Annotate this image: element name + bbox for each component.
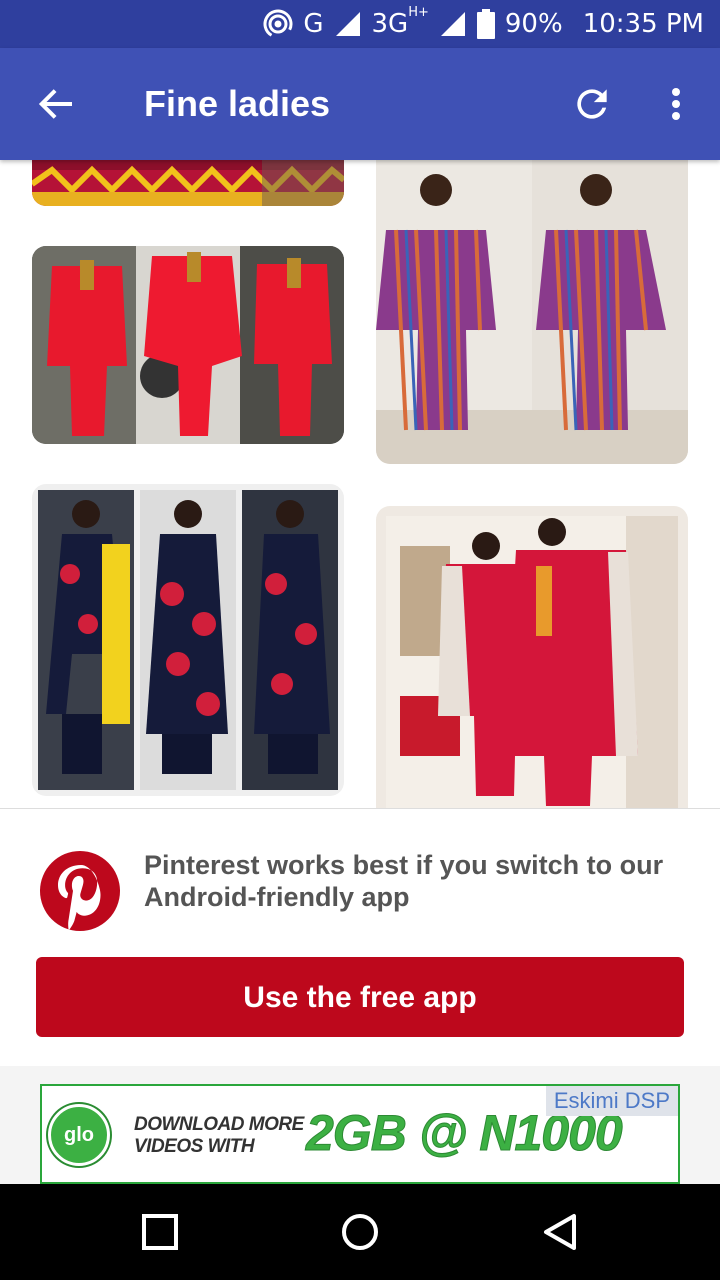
upsell-message: Pinterest works best if you switch to ou…: [144, 850, 664, 912]
pin-image-1[interactable]: [32, 160, 344, 206]
recents-square-icon[interactable]: [140, 1212, 180, 1252]
network-hplus-label: H+: [408, 5, 429, 21]
network-3g-label: 3G: [371, 9, 409, 39]
back-arrow-icon[interactable]: [34, 82, 78, 126]
clock: 10:35 PM: [582, 9, 704, 39]
pin-image-2[interactable]: [32, 246, 344, 444]
back-triangle-icon[interactable]: [540, 1212, 580, 1252]
use-free-app-button[interactable]: Use the free app: [36, 957, 684, 1037]
refresh-icon[interactable]: [570, 82, 614, 126]
signal-icon-2: [439, 10, 467, 38]
pinterest-logo-icon: [40, 851, 120, 931]
pin-feed: [0, 160, 720, 808]
home-circle-icon[interactable]: [340, 1212, 380, 1252]
more-vert-icon[interactable]: [664, 82, 688, 126]
pin-image-3[interactable]: [376, 160, 688, 464]
hotspot-icon: [263, 9, 293, 39]
status-bar: G 3GH+ 90% 10:35 PM: [0, 0, 720, 48]
pin-image-4[interactable]: [32, 484, 344, 796]
battery-icon: [476, 9, 495, 39]
system-nav-bar: [0, 1184, 720, 1280]
glo-logo: glo: [48, 1104, 110, 1166]
battery-percent: 90%: [504, 9, 563, 39]
ad-container: glo DOWNLOAD MORE VIDEOS WITH 2GB @ N100…: [0, 1066, 720, 1184]
ad-network-tag[interactable]: Eskimi DSP: [545, 1086, 678, 1116]
app-upsell-banner: Pinterest works best if you switch to ou…: [0, 808, 720, 1068]
app-bar: Fine ladies: [0, 48, 720, 160]
page-title: Fine ladies: [144, 83, 331, 124]
signal-icon: [334, 10, 362, 38]
ad-line-1: DOWNLOAD MORE: [134, 1114, 304, 1135]
ad-line-2: VIDEOS WITH: [134, 1136, 255, 1157]
glo-ad-banner[interactable]: glo DOWNLOAD MORE VIDEOS WITH 2GB @ N100…: [40, 1084, 680, 1184]
network-g-label: G: [303, 9, 324, 39]
pin-image-5[interactable]: [376, 506, 688, 808]
